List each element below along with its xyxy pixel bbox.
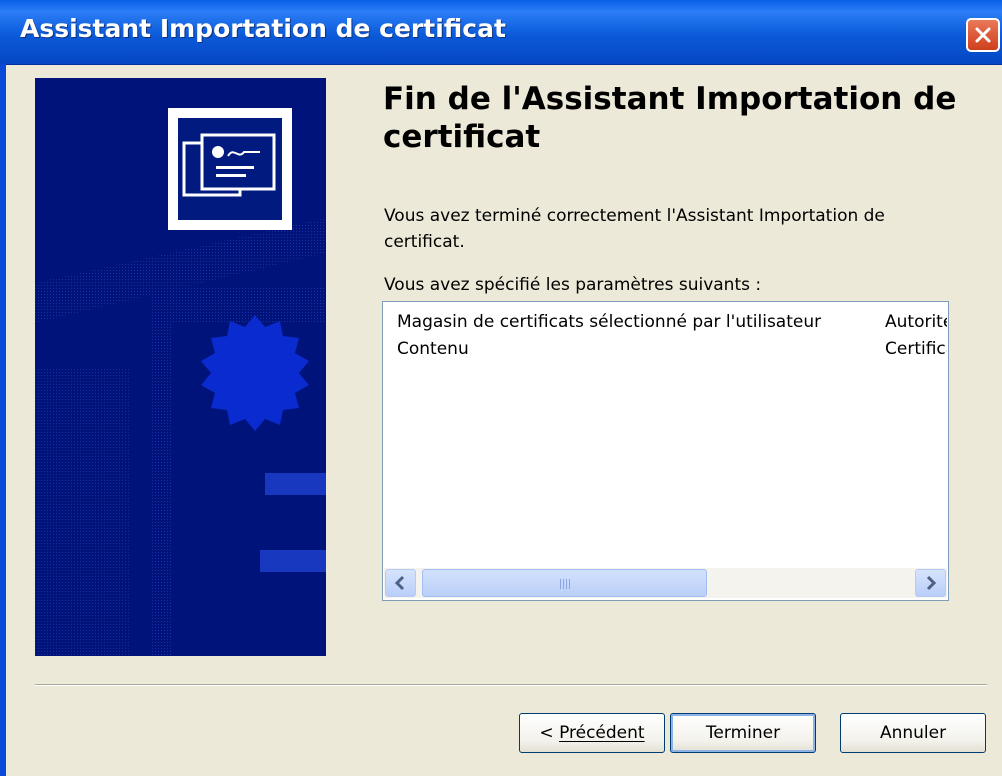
setting-name: Contenu	[397, 339, 469, 359]
window-title: Assistant Importation de certificat	[20, 14, 506, 43]
horizontal-scrollbar[interactable]	[384, 568, 947, 598]
settings-list[interactable]: Magasin de certificats sélectionné par l…	[382, 301, 949, 601]
scroll-left-button[interactable]	[385, 569, 416, 597]
cancel-button[interactable]: Annuler	[840, 713, 986, 753]
import-wizard-window: Assistant Importation de certificat Fin …	[0, 0, 1002, 776]
previous-prefix: <	[539, 723, 560, 743]
title-bar[interactable]: Assistant Importation de certificat	[0, 0, 1002, 65]
window-frame-left	[0, 64, 6, 776]
previous-button[interactable]: < Précédent	[519, 713, 665, 753]
setting-name: Magasin de certificats sélectionné par l…	[397, 312, 822, 332]
grip-icon	[560, 579, 572, 589]
previous-label: Précédent	[559, 723, 645, 743]
scroll-right-button[interactable]	[915, 569, 946, 597]
close-icon	[975, 27, 991, 43]
arrow-right-icon	[926, 575, 937, 591]
setting-value: Autorités de certification racines de co…	[885, 312, 947, 332]
finish-button[interactable]: Terminer	[670, 713, 816, 753]
wizard-banner	[35, 78, 326, 656]
banner-artwork	[35, 78, 326, 656]
wizard-heading: Fin de l'Assistant Importation de certif…	[383, 81, 957, 155]
arrow-left-icon	[394, 575, 405, 591]
settings-label: Vous avez spécifié les paramètres suivan…	[384, 275, 762, 295]
close-button[interactable]	[966, 18, 1000, 52]
scroll-thumb[interactable]	[422, 569, 707, 597]
certificate-icon	[168, 108, 292, 230]
completion-message: Vous avez terminé correctement l'Assista…	[384, 206, 885, 252]
setting-value: Certificat	[885, 339, 947, 359]
separator	[35, 684, 987, 686]
